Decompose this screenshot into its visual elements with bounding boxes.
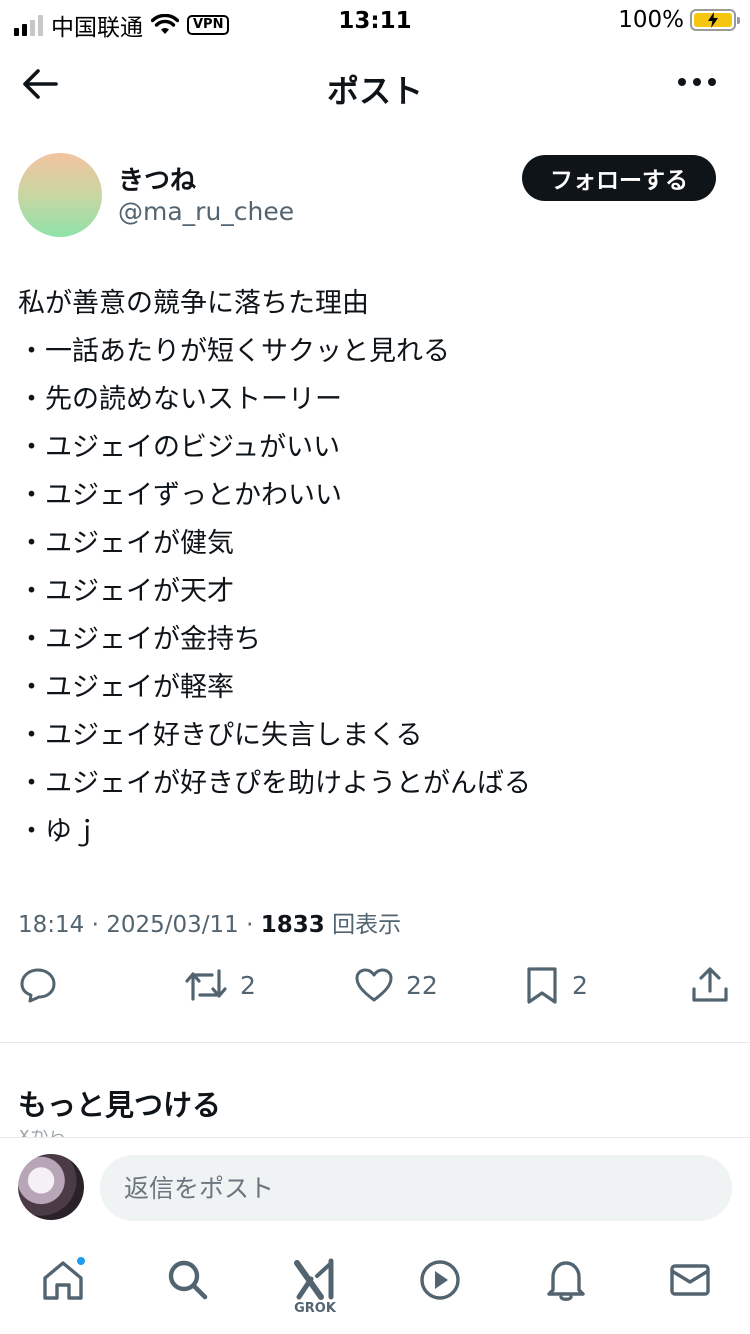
status-bar: 中国联通 VPN 13:11 100%: [0, 0, 750, 44]
reply-bar: [0, 1137, 750, 1237]
grok-label: GROK: [294, 1301, 336, 1316]
header: ポスト: [0, 44, 750, 124]
tab-explore[interactable]: [158, 1257, 218, 1317]
author-avatar[interactable]: [18, 153, 102, 237]
post-time: 18:14: [18, 912, 85, 938]
search-icon: [168, 1260, 208, 1300]
battery-icon: [690, 9, 740, 31]
post-line: ・ユジェイが天才: [18, 576, 234, 607]
views-label: 回表示: [332, 912, 402, 938]
reply-icon: [20, 968, 56, 1003]
repost-count: 2: [240, 970, 256, 1000]
post-line: ・ユジェイのビジュがいい: [18, 432, 341, 463]
reply-button[interactable]: [18, 965, 70, 1005]
user-avatar[interactable]: [18, 1154, 84, 1220]
tab-home[interactable]: [33, 1255, 93, 1317]
post-actions: 2 22 2: [0, 965, 750, 1015]
post-text: 私が善意の競争に落ちた理由・一話あたりが短くサクッと見れる ・先の読めないストーリ…: [18, 280, 734, 856]
post-line: ・ゆｊ: [18, 816, 99, 847]
follow-button[interactable]: フォローする: [522, 155, 716, 201]
like-button[interactable]: 22: [354, 965, 438, 1005]
repost-button[interactable]: 2: [184, 965, 256, 1005]
post-line: ・先の読めないストーリー: [18, 384, 342, 415]
bell-icon: [547, 1261, 585, 1301]
post-line: ・ユジェイが金持ち: [18, 624, 261, 655]
repost-icon: [185, 969, 227, 1001]
author-name[interactable]: きつね: [118, 160, 196, 197]
post-line: 私が善意の競争に落ちた理由: [18, 288, 369, 319]
grok-icon: [294, 1258, 334, 1300]
battery-percent: 100%: [618, 7, 684, 33]
post-meta: 18:14 · 2025/03/11 · 1833 回表示: [18, 912, 402, 938]
tab-messages[interactable]: [660, 1257, 720, 1317]
bottom-tab-bar: GROK: [0, 1237, 750, 1334]
share-icon: [692, 967, 728, 1002]
more-dots-icon: [678, 78, 686, 86]
play-circle-icon: [420, 1260, 460, 1300]
bookmark-count: 2: [572, 970, 588, 1000]
mail-icon: [670, 1264, 710, 1296]
post-line: ・ユジェイが好きぴを助けようとがんばる: [18, 768, 531, 799]
post-line: ・ユジェイが健気: [18, 528, 234, 559]
status-right: 100%: [618, 7, 740, 33]
post-line: ・ユジェイずっとかわいい: [18, 480, 342, 511]
post-line: ・ユジェイが軽率: [18, 672, 234, 703]
divider: [0, 1042, 750, 1043]
share-button[interactable]: [690, 965, 730, 1005]
views-count[interactable]: 1833: [261, 912, 325, 938]
post-line: ・ユジェイ好きぴに失言しまくる: [18, 720, 423, 751]
post-line: ・一話あたりが短くサクッと見れる: [18, 336, 450, 367]
post-date: 2025/03/11: [106, 912, 239, 938]
like-count: 22: [406, 970, 438, 1000]
charging-bolt-icon: [708, 12, 718, 28]
page-title: ポスト: [326, 72, 423, 110]
author-handle[interactable]: @ma_ru_chee: [118, 197, 294, 226]
bookmark-icon: [527, 967, 557, 1004]
discover-more-heading: もっと見つける: [18, 1088, 222, 1122]
tab-grok[interactable]: GROK: [285, 1257, 345, 1317]
tab-notifications[interactable]: [536, 1257, 596, 1317]
notification-dot: [75, 1255, 87, 1267]
tab-video[interactable]: [410, 1257, 470, 1317]
bookmark-button[interactable]: 2: [524, 965, 588, 1005]
reply-input[interactable]: [100, 1155, 732, 1221]
more-options-button[interactable]: [678, 78, 716, 86]
heart-icon: [355, 968, 393, 1002]
